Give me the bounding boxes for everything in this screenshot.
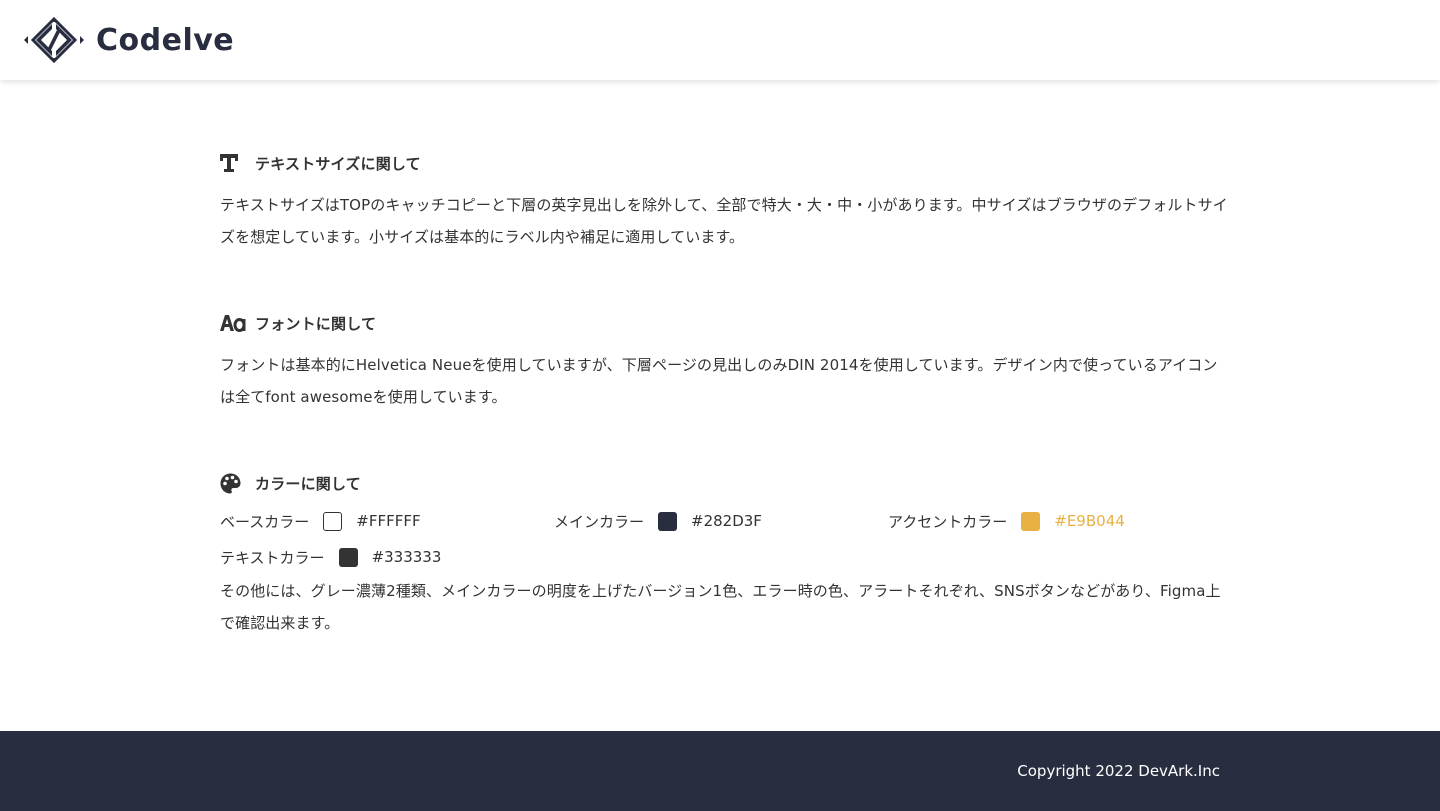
section-body: その他には、グレー濃薄2種類、メインカラーの明度を上げたバージョン1色、エラー時…: [220, 582, 1221, 632]
site-footer: Copyright 2022 DevArk.Inc: [0, 731, 1440, 811]
color-label: テキストカラー: [220, 548, 325, 567]
color-swatch-base: [323, 511, 343, 531]
logo-link[interactable]: Codelve: [22, 16, 234, 64]
copyright-text: Copyright 2022 DevArk.Inc: [1017, 762, 1220, 780]
codelve-logo-icon: [24, 16, 84, 64]
section-title: フォントに関して: [255, 314, 377, 333]
section-header: カラーに関して: [220, 471, 1230, 495]
section-font: フォントに関して フォントは基本的にHelvetica Neueを使用しています…: [220, 311, 1230, 413]
color-row: ベースカラー #FFFFFF メインカラー #282D3F アクセントカラー #…: [220, 503, 1230, 539]
section-body: テキストサイズはTOPのキャッチコピーと下層の英字見出しを除外して、全部で特大・…: [220, 196, 1228, 246]
color-swatch-main: [658, 511, 678, 531]
color-code: #E9B044: [1054, 512, 1125, 530]
section-header: テキストサイズに関して: [220, 151, 1230, 175]
color-swatch-accent: [1021, 511, 1041, 531]
color-code: #FFFFFF: [356, 512, 421, 530]
section-header: フォントに関して: [220, 311, 1230, 335]
section-title: カラーに関して: [255, 474, 361, 493]
color-label: アクセントカラー: [888, 512, 1008, 531]
color-label: ベースカラー: [220, 512, 310, 531]
color-row: テキストカラー #333333: [220, 539, 1230, 575]
palette-icon: [220, 471, 246, 495]
color-code: #282D3F: [691, 512, 762, 530]
color-code: #333333: [371, 548, 442, 566]
text-t-icon: [220, 151, 246, 175]
color-item-text: テキストカラー #333333: [220, 547, 441, 568]
site-header: Codelve: [0, 0, 1440, 80]
font-aa-icon: [220, 311, 246, 335]
logo-text: Codelve: [96, 22, 235, 58]
section-title: テキストサイズに関して: [255, 154, 421, 173]
color-item-base: ベースカラー #FFFFFF: [220, 511, 554, 532]
section-body: フォントは基本的にHelvetica Neueを使用していますが、下層ページの見…: [220, 356, 1218, 406]
color-item-accent: アクセントカラー #E9B044: [888, 511, 1125, 532]
section-color: カラーに関して ベースカラー #FFFFFF メインカラー #282D3F アク…: [220, 471, 1230, 639]
color-item-main: メインカラー #282D3F: [554, 511, 888, 532]
section-text-size: テキストサイズに関して テキストサイズはTOPのキャッチコピーと下層の英字見出し…: [220, 151, 1230, 253]
color-swatch-text: [338, 547, 358, 567]
color-label: メインカラー: [554, 512, 645, 531]
